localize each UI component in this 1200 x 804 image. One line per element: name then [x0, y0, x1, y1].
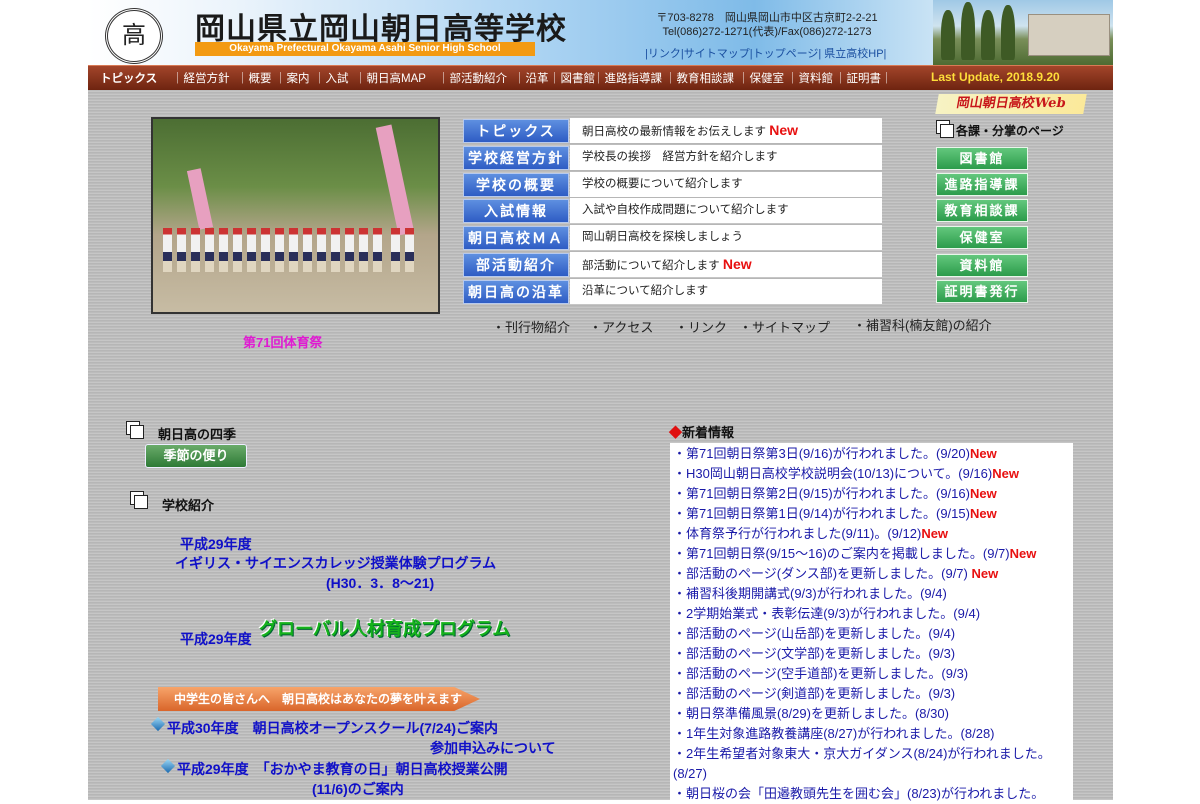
menu-button-policy[interactable]: 学校経営方針 [463, 145, 569, 170]
junior-high-banner[interactable]: 中学生の皆さんへ 朝日高校はあなたの夢を叶えます [158, 687, 480, 711]
menu-desc-map: 岡山朝日高校を探検しましょう [570, 225, 882, 251]
link-links[interactable]: ・リンク [675, 317, 727, 336]
news-item[interactable]: ・体育祭予行が行われました(9/11)。(9/12)New [670, 524, 1073, 544]
phone-line: Tel(086)272-1271(代表)/Fax(086)272-1273 [662, 26, 872, 38]
menu-row-overview: 学校の概要 学校の概要について紹介します [463, 171, 883, 198]
news-heading: ◆新着情報 [669, 425, 735, 440]
news-item[interactable]: ・部活動のページ(空手道部)を更新しました。(9/3) [670, 664, 1073, 684]
dept-heading: 各課・分掌のページ [956, 124, 1064, 138]
program-year: 平成29年度 [180, 631, 252, 647]
dept-career-button[interactable]: 進路指導課 [936, 173, 1028, 196]
menu-row-map: 朝日高校ＭＡＰ 岡山朝日高校を探検しましょう [463, 225, 883, 268]
news-item[interactable]: ・朝日桜の会「田邉教頭先生を囲む会」(8/23)が行われました。 [670, 784, 1073, 804]
nav-admission[interactable]: ｜入試 [314, 70, 349, 86]
dept-library-button[interactable]: 図書館 [936, 147, 1028, 170]
open-school-apply-link[interactable]: 参加申込みについて [430, 738, 556, 758]
nav-archives[interactable]: ｜資料館 [787, 70, 833, 86]
news-item[interactable]: ・部活動のページ(ダンス部)を更新しました。(9/7) New [670, 564, 1073, 584]
menu-row-admission: 入試情報 入試や自校作成問題について紹介します [463, 198, 883, 224]
link-supplementary[interactable]: ・補習科(楠友館)の紹介 [853, 315, 992, 334]
photo-caption: 第71回体育祭 [243, 335, 323, 350]
menu-desc-overview: 学校の概要について紹介します [570, 171, 882, 197]
news-item[interactable]: ・補習科後期開講式(9/3)が行われました。(9/4) [670, 584, 1073, 604]
program-year: 平成29年度 [180, 536, 252, 552]
diamond-icon: ◆ [669, 425, 683, 440]
main-menu: トピックス 朝日高校の最新情報をお伝えします New 学校経営方針 学校長の挨拶… [463, 118, 883, 306]
menu-desc-topics: 朝日高校の最新情報をお伝えします New [570, 118, 882, 143]
education-day-link[interactable]: 平成29年度 「おかやま教育の日」朝日高校授業公開 [177, 759, 508, 779]
seasons-heading: 朝日高の四季 [158, 427, 237, 442]
menu-row-clubs: 部活動紹介 部活動について紹介します New [463, 251, 883, 278]
news-item[interactable]: ・部活動のページ(山岳部)を更新しました。(9/4) [670, 624, 1073, 644]
news-item[interactable]: ・部活動のページ(文学部)を更新しました。(9/3) [670, 644, 1073, 664]
window-icon [936, 120, 954, 138]
nav-map[interactable]: ｜朝日高MAP [355, 70, 426, 86]
nav-policy[interactable]: ｜経営方針 [172, 70, 230, 86]
news-item[interactable]: ・H30岡山朝日高校学校説明会(10/13)について。(9/16)New [670, 464, 1073, 484]
intro-heading: 学校紹介 [162, 498, 215, 513]
seasons-button[interactable]: 季節の便り [145, 444, 247, 468]
nav-clubs[interactable]: ｜部活動紹介 [438, 70, 507, 86]
nav-counseling[interactable]: ｜教育相談課 [665, 70, 734, 86]
school-building-photo [933, 0, 1113, 65]
news-item[interactable]: ・第71回朝日祭第1日(9/14)が行われました。(9/15)New [670, 504, 1073, 524]
nav-history[interactable]: ｜沿革 [514, 70, 549, 86]
new-badge: New [722, 255, 752, 272]
nav-topics[interactable]: トピックス [100, 70, 157, 86]
dept-health-button[interactable]: 保健室 [936, 226, 1028, 249]
window-icon [130, 491, 148, 509]
news-item[interactable]: ・第71回朝日祭(9/15～16)のご案内を掲載しました。(9/7)New [670, 544, 1073, 564]
dept-counseling-button[interactable]: 教育相談課 [936, 199, 1028, 222]
school-crest-icon[interactable]: 高 [105, 8, 163, 64]
link-sitemap[interactable]: ・サイトマップ [739, 317, 830, 336]
menu-desc-admission: 入試や自校作成問題について紹介します [570, 198, 882, 224]
news-item[interactable]: ・第71回朝日祭第2日(9/15)が行われました。(9/16)New [670, 484, 1073, 504]
header-links[interactable]: |リンク|サイトマップ|トップページ| 県立高校HP| [645, 45, 886, 61]
news-item[interactable]: ・1年生対象進路教養講座(8/27)が行われました。(8/28) [670, 724, 1073, 744]
main-nav: トピックス ｜経営方針 ｜概要 ｜案内 ｜入試 ｜朝日高MAP ｜部活動紹介 ｜… [88, 65, 1113, 90]
new-badge: New [769, 122, 798, 138]
news-item[interactable]: ・部活動のページ(剣道部)を更新しました。(9/3) [670, 684, 1073, 704]
menu-desc-policy: 学校長の挨拶 経営方針を紹介します [570, 144, 882, 170]
menu-button-topics[interactable]: トピックス [463, 119, 569, 143]
open-school-link[interactable]: 平成30年度 朝日高校オープンスクール(7/24)ご案内 [167, 718, 498, 738]
news-item[interactable]: ・2学期始業式・表彰伝達(9/3)が行われました。(9/4) [670, 604, 1073, 624]
science-college-link[interactable]: イギリス・サイエンスカレッジ授業体験プログラム [175, 553, 496, 573]
asahi-web-badge: 岡山朝日高校Web [935, 94, 1087, 114]
nav-library[interactable]: ｜図書館 [549, 70, 595, 86]
news-item[interactable]: ・2年生希望者対象東大・京大ガイダンス(8/24)が行われました。(8/27) [670, 744, 1073, 784]
menu-button-history[interactable]: 朝日高の沿革 [463, 279, 569, 304]
menu-row-topics: トピックス 朝日高校の最新情報をお伝えします New [463, 118, 883, 144]
news-list: ・第71回朝日祭第3日(9/16)が行われました。(9/20)New ・H30岡… [670, 443, 1073, 801]
program-dates: (H30．3．8～21) [326, 575, 435, 591]
link-publications[interactable]: ・刊行物紹介 [492, 317, 570, 336]
menu-row-history: 朝日高の沿革 沿革について紹介します [463, 278, 883, 305]
menu-button-admission[interactable]: 入試情報 [463, 199, 569, 224]
address-line: 〒703-8278 岡山県岡山市中区古京町2-2-21 [656, 12, 878, 24]
nav-overview[interactable]: ｜概要 [237, 70, 272, 86]
dept-archives-button[interactable]: 資料館 [936, 254, 1028, 277]
school-title-en: Okayama Prefectural Okayama Asahi Senior… [195, 42, 535, 56]
last-update: Last Update, 2018.9.20 [931, 70, 1060, 84]
global-program-link[interactable]: グローバル人材育成プログラム [259, 615, 510, 641]
menu-desc-history: 沿革について紹介します [570, 278, 882, 304]
menu-button-clubs[interactable]: 部活動紹介 [463, 252, 569, 277]
school-address: 〒703-8278 岡山県岡山市中区古京町2-2-21 Tel(086)272-… [628, 11, 906, 39]
nav-health[interactable]: ｜保健室 [738, 70, 784, 86]
link-access[interactable]: ・アクセス [589, 317, 653, 336]
nav-career[interactable]: ｜進路指導課 [593, 70, 662, 86]
sports-festival-photo[interactable] [151, 117, 440, 314]
news-item[interactable]: ・朝日祭準備風景(8/29)を更新しました。(8/30) [670, 704, 1073, 724]
menu-button-map[interactable]: 朝日高校ＭＡＰ [463, 226, 569, 268]
menu-button-overview[interactable]: 学校の概要 [463, 172, 569, 197]
menu-desc-clubs: 部活動について紹介します New [570, 251, 882, 277]
news-item[interactable]: ・第71回朝日祭第3日(9/16)が行われました。(9/20)New [670, 444, 1073, 464]
nav-certificates[interactable]: ｜証明書｜ [835, 70, 893, 86]
menu-row-policy: 学校経営方針 学校長の挨拶 経営方針を紹介します [463, 144, 883, 171]
window-icon [126, 421, 144, 439]
dept-certificate-button[interactable]: 証明書発行 [936, 280, 1028, 303]
nav-guide[interactable]: ｜案内 [275, 70, 310, 86]
education-day-date[interactable]: (11/6)のご案内 [312, 779, 404, 799]
